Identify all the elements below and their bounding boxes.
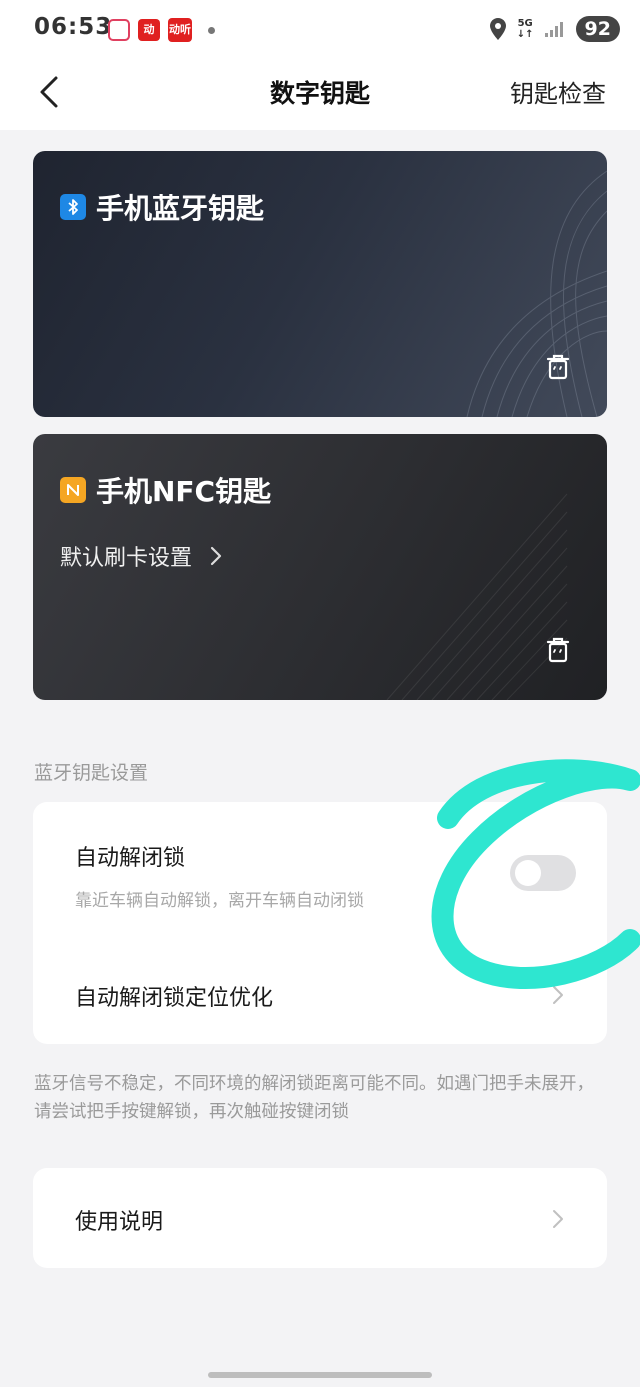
app-notification-icon — [108, 19, 130, 41]
auto-lock-toggle[interactable] — [510, 855, 576, 891]
usage-instructions-row[interactable]: 使用说明 — [33, 1168, 607, 1268]
default-card-settings-link[interactable]: 默认刷卡设置 — [60, 540, 222, 572]
default-card-settings-label: 默认刷卡设置 — [60, 546, 193, 571]
key-check-button[interactable]: 钥匙检查 — [510, 74, 606, 109]
delete-icon[interactable] — [545, 353, 571, 381]
bluetooth-icon — [60, 194, 86, 220]
card-title: 手机NFC钥匙 — [96, 475, 272, 508]
bluetooth-key-card[interactable]: 手机蓝牙钥匙 — [33, 151, 607, 417]
auto-lock-description: 靠近车辆自动解锁，离开车辆自动闭锁 — [75, 891, 364, 911]
chevron-right-icon — [553, 1210, 563, 1228]
battery-indicator: 92 — [575, 16, 620, 42]
chevron-right-icon — [210, 546, 222, 566]
position-optimization-label: 自动解闭锁定位优化 — [75, 986, 274, 1011]
usage-instructions-label: 使用说明 — [75, 1210, 164, 1235]
signal-icon — [544, 22, 563, 37]
location-icon — [489, 18, 506, 40]
app-notification-icon: 动听 — [168, 18, 192, 42]
app-notification-icon: 动 — [138, 19, 160, 41]
card-header: 手机蓝牙钥匙 — [60, 187, 264, 227]
status-time: 06:53 — [34, 14, 113, 40]
bluetooth-note: 蓝牙信号不稳定，不同环境的解闭锁距离可能不同。如遇门把手未展开，请尝试把手按键解… — [34, 1074, 594, 1122]
card-header: 手机NFC钥匙 — [60, 470, 271, 510]
chevron-right-icon — [553, 986, 563, 1004]
notification-icons: 动 动听 — [108, 18, 215, 42]
bluetooth-settings-panel: 自动解闭锁 靠近车辆自动解锁，离开车辆自动闭锁 自动解闭锁定位优化 — [33, 802, 607, 1044]
toggle-knob — [515, 860, 541, 886]
card-pattern-decoration — [466, 170, 607, 417]
nfc-key-card[interactable]: 手机NFC钥匙 默认刷卡设置 — [33, 434, 607, 700]
home-indicator[interactable] — [208, 1372, 432, 1378]
network-type: 5G ↓↑ — [516, 18, 534, 40]
status-right: 5G ↓↑ 92 — [489, 16, 620, 42]
position-optimization-row[interactable]: 自动解闭锁定位优化 — [33, 942, 607, 1042]
card-title: 手机蓝牙钥匙 — [96, 192, 265, 225]
more-notifications-dot — [208, 26, 215, 34]
status-bar: 06:53 动 动听 5G ↓↑ 92 — [0, 0, 640, 60]
nfc-icon — [60, 477, 86, 503]
auto-lock-label: 自动解闭锁 — [75, 846, 186, 871]
delete-icon[interactable] — [545, 636, 571, 664]
section-label: 蓝牙钥匙设置 — [34, 762, 149, 784]
top-nav: 数字钥匙 钥匙检查 — [0, 60, 640, 130]
